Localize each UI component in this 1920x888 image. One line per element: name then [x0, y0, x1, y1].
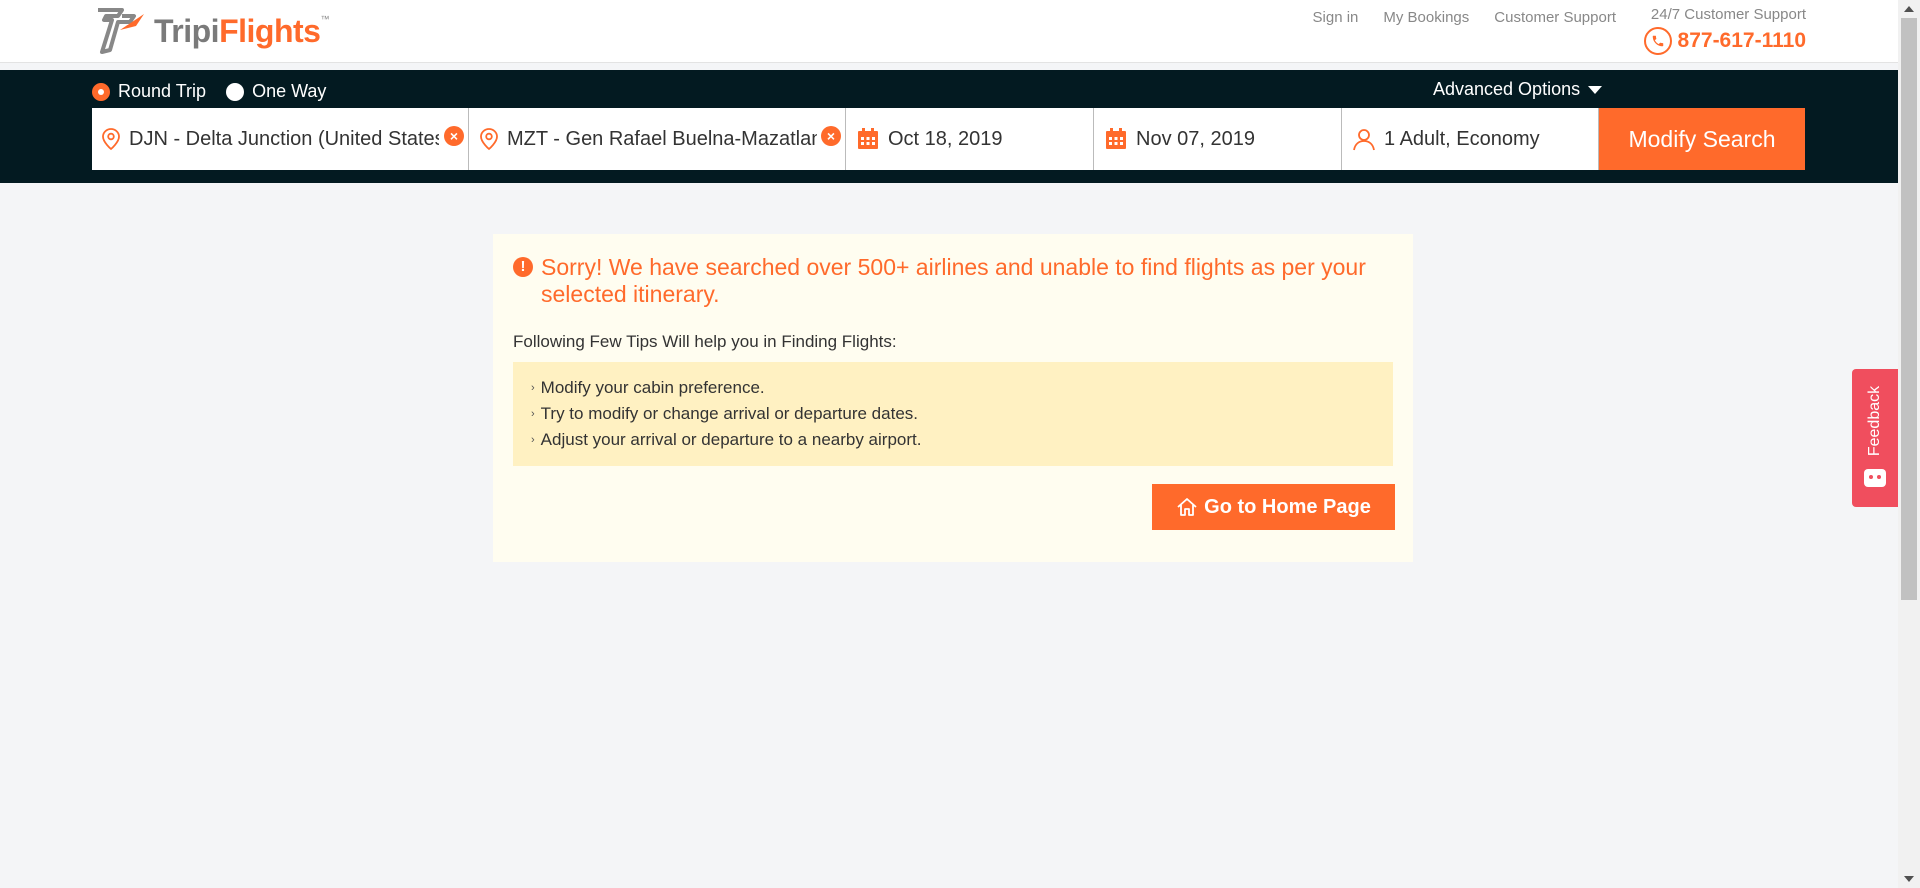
one-way-label: One Way	[252, 81, 327, 101]
modify-search-button[interactable]: Modify Search	[1599, 108, 1805, 170]
location-pin-icon	[479, 127, 499, 151]
origin-field[interactable]: DJN - Delta Junction (United States) ×	[92, 108, 469, 170]
return-date-value: Nov 07, 2019	[1136, 127, 1255, 150]
chevron-right-icon: ›	[531, 408, 535, 420]
origin-value: DJN - Delta Junction (United States)	[129, 127, 439, 150]
customer-support-link[interactable]: Customer Support	[1494, 9, 1616, 26]
tip-text: Modify your cabin preference.	[540, 378, 765, 397]
alert-icon: !	[513, 257, 533, 277]
radio-unchecked-icon	[226, 82, 245, 101]
search-bar: Round Trip One Way Advanced Options DJN …	[0, 70, 1898, 183]
chevron-right-icon: ›	[531, 382, 535, 394]
passengers-field[interactable]: 1 Adult, Economy	[1342, 108, 1599, 170]
sign-in-link[interactable]: Sign in	[1313, 9, 1359, 26]
phone-icon	[1643, 27, 1672, 55]
list-item: › Adjust your arrival or departure to a …	[531, 427, 1375, 453]
feedback-tab[interactable]: Feedback	[1852, 369, 1898, 507]
calendar-icon	[1104, 127, 1128, 151]
search-fields: DJN - Delta Junction (United States) × M…	[92, 108, 1805, 170]
go-home-label: Go to Home Page	[1204, 495, 1371, 518]
tips-list: › Modify your cabin preference. › Try to…	[513, 362, 1393, 466]
clear-origin-icon[interactable]: ×	[444, 126, 464, 146]
my-bookings-link[interactable]: My Bookings	[1383, 9, 1469, 26]
radio-checked-icon	[92, 82, 110, 101]
list-item: › Modify your cabin preference.	[531, 375, 1375, 401]
departure-date-value: Oct 18, 2019	[888, 127, 1003, 150]
scroll-up-icon[interactable]	[1904, 6, 1914, 12]
caret-down-icon	[1588, 85, 1603, 94]
support-label: 24/7 Customer Support	[1650, 6, 1806, 23]
advanced-options-toggle[interactable]: Advanced Options	[1433, 79, 1603, 100]
logo-mark-icon	[98, 8, 144, 54]
clear-destination-icon[interactable]: ×	[821, 126, 841, 146]
feedback-face-icon	[1864, 469, 1886, 487]
tip-text: Try to modify or change arrival or depar…	[540, 404, 918, 423]
passengers-value: 1 Adult, Economy	[1384, 127, 1540, 150]
return-date-field[interactable]: Nov 07, 2019	[1094, 108, 1342, 170]
support-phone-link[interactable]: 877-617-1110	[1643, 27, 1806, 55]
round-trip-label: Round Trip	[118, 81, 207, 101]
home-icon	[1177, 498, 1197, 516]
list-item: › Try to modify or change arrival or dep…	[531, 401, 1375, 427]
logo-text-flights: Flights	[219, 13, 321, 49]
no-results-card: ! Sorry! We have searched over 500+ airl…	[493, 234, 1413, 562]
scrollbar-thumb[interactable]	[1901, 18, 1917, 600]
go-home-button[interactable]: Go to Home Page	[1152, 484, 1395, 530]
advanced-options-label: Advanced Options	[1433, 79, 1581, 99]
vertical-scrollbar[interactable]	[1898, 0, 1920, 888]
trip-type-selector: Round Trip One Way	[92, 81, 326, 102]
destination-field[interactable]: MZT - Gen Rafael Buelna-Mazatlan ×	[469, 108, 846, 170]
tips-heading: Following Few Tips Will help you in Find…	[513, 332, 897, 351]
round-trip-radio[interactable]: Round Trip	[92, 81, 206, 102]
logo-trademark: ™	[320, 14, 329, 24]
feedback-label: Feedback	[1866, 385, 1883, 457]
location-pin-icon	[101, 127, 121, 151]
destination-value: MZT - Gen Rafael Buelna-Mazatlan	[507, 127, 817, 150]
one-way-radio[interactable]: One Way	[226, 81, 326, 102]
chevron-right-icon: ›	[531, 434, 535, 446]
user-icon	[1352, 127, 1376, 151]
support-phone-number: 877-617-1110	[1677, 29, 1806, 52]
scroll-down-icon[interactable]	[1904, 876, 1914, 882]
calendar-icon	[856, 127, 880, 151]
support-contact: 24/7 Customer Support 877-617-1110	[1643, 6, 1806, 55]
logo[interactable]: TripiFlights™	[92, 5, 329, 57]
top-nav: Sign in My Bookings Customer Support	[1313, 9, 1616, 26]
tip-text: Adjust your arrival or departure to a ne…	[540, 430, 922, 449]
error-message: ! Sorry! We have searched over 500+ airl…	[513, 254, 1393, 308]
error-message-text: Sorry! We have searched over 500+ airlin…	[541, 254, 1366, 307]
logo-text-tripi: Tripi	[154, 13, 220, 49]
departure-date-field[interactable]: Oct 18, 2019	[846, 108, 1094, 170]
site-header: TripiFlights™ Sign in My Bookings Custom…	[0, 0, 1898, 63]
